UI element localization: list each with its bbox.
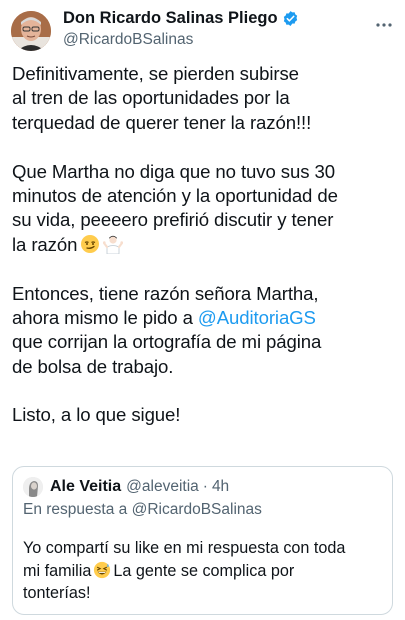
- quoted-author-name[interactable]: Ale Veitia: [50, 478, 121, 496]
- profile-photo-icon: [11, 11, 51, 51]
- quoted-line-text: La gente se complica por: [113, 561, 295, 580]
- tweet-line: Que Martha no diga que no tuvo sus 30: [12, 160, 335, 182]
- author-name-row: Don Ricardo Salinas Pliego: [63, 9, 299, 28]
- quoted-tweet-text: Yo compartí su like en mi respuesta con …: [23, 537, 388, 605]
- quoted-author-handle[interactable]: @aleveitia: [126, 478, 199, 496]
- quoted-line-with-emoji: mi familia La gente se complica por: [23, 560, 388, 583]
- tweet-line-text: ahora mismo le pido a: [12, 306, 193, 328]
- author-avatar[interactable]: [11, 11, 51, 51]
- tweet-line: de bolsa de trabajo.: [12, 355, 174, 377]
- profile-photo-icon: [23, 477, 43, 497]
- reply-prefix: En respuesta a: [23, 501, 128, 518]
- tweet-line-with-mention: ahora mismo le pido a @AuditoriaGS: [12, 306, 402, 330]
- tweet-header: Don Ricardo Salinas Pliego @RicardoBSali…: [0, 0, 405, 60]
- tweet-line: Definitivamente, se pierden subirse: [12, 63, 299, 84]
- grinning-squinting-sweat-face-icon: [93, 561, 111, 579]
- reply-context: En respuesta a @RicardoBSalinas: [23, 501, 262, 519]
- tweet-line-with-emoji: la razón: [12, 233, 402, 257]
- tweet-line: terquedad de querer tener la razón!!!: [12, 111, 312, 133]
- quoted-author-avatar[interactable]: [23, 477, 43, 497]
- tweet-line-text: la razón: [12, 233, 78, 255]
- quoted-tweet-header: Ale Veitia @aleveitia · 4h: [23, 477, 229, 497]
- tweet-line: Entonces, tiene razón señora Martha,: [12, 282, 319, 304]
- separator-dot: ·: [202, 478, 208, 495]
- author-display-name[interactable]: Don Ricardo Salinas Pliego: [63, 9, 278, 28]
- quoted-line-text: mi familia: [23, 561, 92, 580]
- quoted-tweet-card[interactable]: Ale Veitia @aleveitia · 4h En respuesta …: [12, 466, 393, 615]
- more-options-icon[interactable]: [373, 14, 395, 36]
- tweet-line: Listo, a lo que sigue!: [12, 404, 181, 426]
- tweet-line: que corrijan la ortografía de mi página: [12, 331, 322, 353]
- tweet-text: Definitivamente, se pierden subirse al t…: [12, 62, 402, 428]
- verified-badge-icon: [282, 10, 299, 27]
- reply-to-mention[interactable]: @RicardoBSalinas: [132, 501, 262, 518]
- tweet-line: su vida, peeeero prefirió discutir y ten…: [12, 209, 334, 231]
- quoted-line: Yo compartí su like en mi respuesta con …: [23, 539, 346, 557]
- quoted-tweet-time[interactable]: 4h: [212, 478, 229, 496]
- quoted-line: tonterías!: [23, 584, 91, 602]
- mention-link[interactable]: @AuditoriaGS: [198, 307, 316, 328]
- tweet-line: al tren de las oportunidades por la: [12, 87, 290, 109]
- person-shrugging-icon: [103, 234, 124, 254]
- author-handle[interactable]: @RicardoBSalinas: [63, 31, 193, 49]
- tweet-line: minutos de atención y la oportunidad de: [12, 184, 338, 206]
- smirking-face-icon: [80, 234, 100, 254]
